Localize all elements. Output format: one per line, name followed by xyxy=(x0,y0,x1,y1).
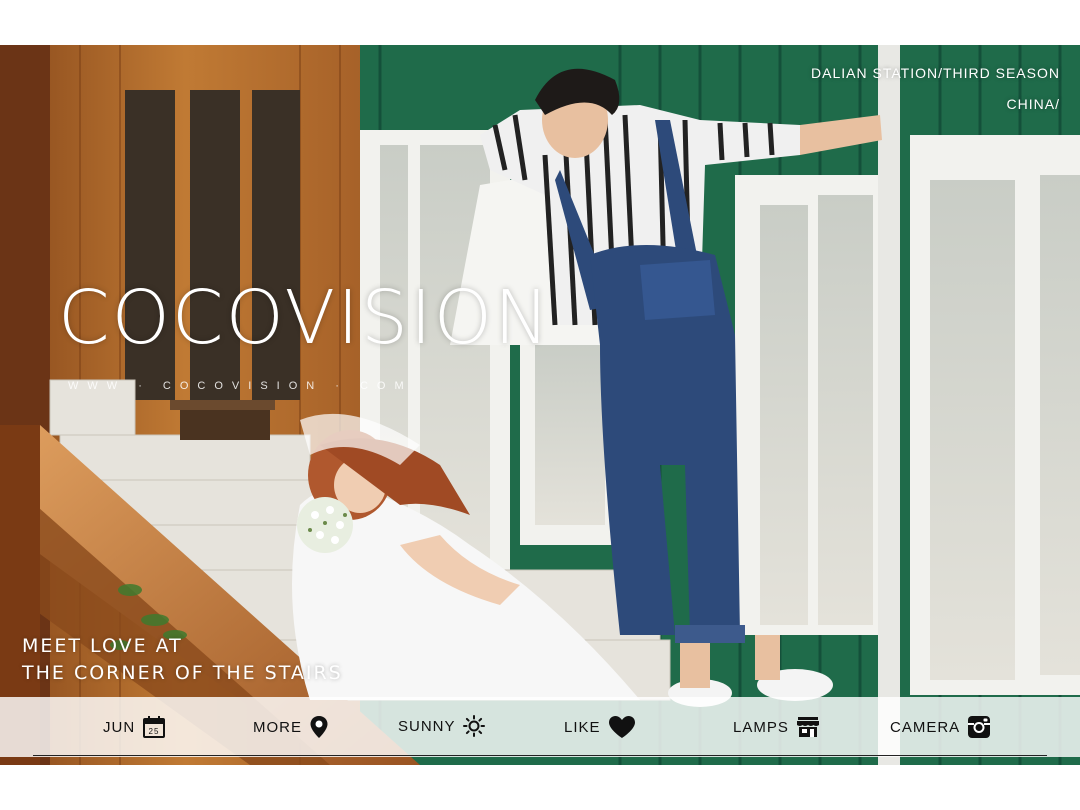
brand-logo-text: COCOVISION xyxy=(58,275,552,361)
info-bar: JUN 25 MORE SUNNY LIKE LAMPS CAMERA xyxy=(0,697,1080,757)
station-info: DALIAN STATION/THIRD SEASON CHINA/ xyxy=(811,58,1060,120)
info-label-more: MORE xyxy=(253,718,302,736)
info-label-camera: CAMERA xyxy=(890,718,961,736)
info-item-more: MORE xyxy=(253,715,329,739)
website-text: WWW · COCOVISION · COM xyxy=(68,380,413,392)
station-line-2: CHINA/ xyxy=(1006,96,1060,112)
info-label-jun: JUN xyxy=(103,718,136,736)
sun-icon xyxy=(462,715,485,737)
info-label-like: LIKE xyxy=(564,718,601,736)
tagline: MEET LOVE AT THE CORNER OF THE STAIRS xyxy=(22,633,343,687)
station-line-1: DALIAN STATION/THIRD SEASON xyxy=(811,65,1060,81)
info-item-like: LIKE xyxy=(564,715,636,739)
info-item-lamps: LAMPS xyxy=(733,715,820,739)
info-item-camera: CAMERA xyxy=(890,715,991,739)
info-item-jun: JUN 25 xyxy=(103,715,166,739)
calendar-icon: 25 xyxy=(143,716,166,738)
heart-icon xyxy=(608,716,635,738)
tagline-line-1: MEET LOVE AT xyxy=(22,635,183,657)
info-label-lamps: LAMPS xyxy=(733,718,789,736)
tagline-line-2: THE CORNER OF THE STAIRS xyxy=(22,662,343,684)
camera-icon xyxy=(968,716,991,738)
location-pin-icon xyxy=(310,716,328,738)
info-label-sunny: SUNNY xyxy=(398,717,456,735)
storefront-icon xyxy=(796,717,819,737)
calendar-day-text: 25 xyxy=(149,727,160,736)
info-bar-underline xyxy=(33,755,1047,756)
info-item-sunny: SUNNY xyxy=(398,715,485,737)
